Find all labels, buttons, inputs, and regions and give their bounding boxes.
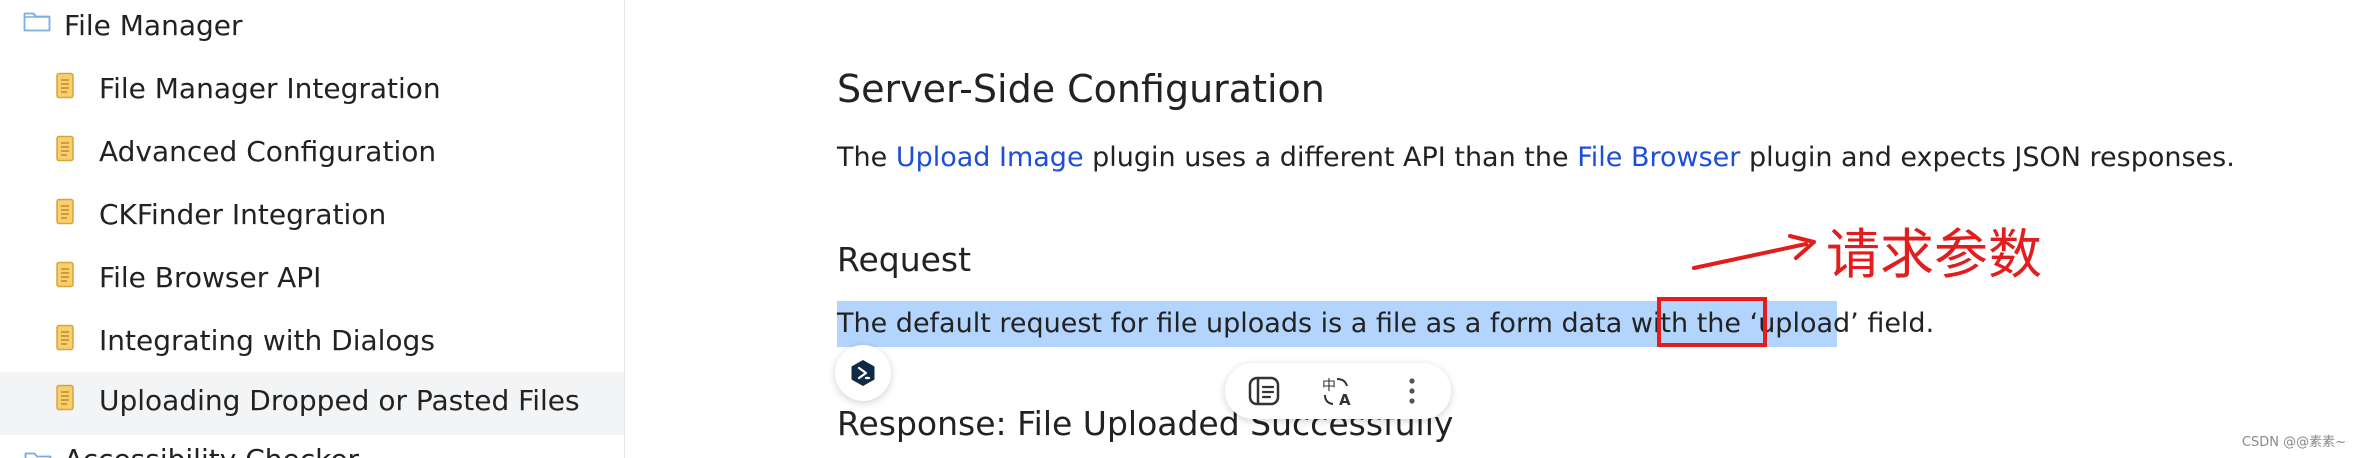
text: plugin uses a different API than the [1083, 142, 1578, 173]
watermark: CSDN @@素素~ [2241, 435, 2346, 450]
folder-icon [24, 452, 52, 458]
paragraph-upload-image: The Upload Image plugin uses a different… [837, 138, 2235, 178]
sidebar-section-label: Accessibility Checker [64, 440, 359, 458]
annotation-label: 请求参数 [1826, 223, 2042, 286]
sidebar-item-advanced-configuration[interactable]: Advanced Configuration [0, 123, 624, 186]
sidebar-item-label: CKFinder Integration [99, 198, 387, 231]
sidebar-item-label: File Browser API [99, 261, 322, 294]
svg-text:中: 中 [1322, 378, 1336, 394]
link-file-browser[interactable]: File Browser [1577, 142, 1740, 173]
sidebar-item-label: Advanced Configuration [99, 135, 437, 168]
sidebar-section-accessibility-checker[interactable]: Accessibility Checker [24, 443, 359, 458]
svg-text:A: A [1339, 391, 1351, 407]
more-vertical-icon[interactable] [1395, 375, 1429, 407]
text: The [837, 142, 896, 173]
sidebar-section-label: File Manager [64, 9, 243, 42]
document-icon [56, 198, 74, 225]
sidebar-nav: File Manager File Manager Integration Ad… [0, 0, 625, 458]
selection-toolbar: 中 A [1225, 363, 1451, 419]
text: plugin and expects JSON responses. [1740, 142, 2235, 173]
document-icon [56, 384, 74, 411]
sidebar-item-file-browser-api[interactable]: File Browser API [0, 249, 624, 312]
screen: File Manager File Manager Integration Ad… [0, 0, 2356, 458]
annotation-highlight-box [1657, 297, 1767, 347]
paragraph-request[interactable]: The default request for file uploads is … [837, 304, 1934, 344]
text: The default request for file uploads is … [837, 308, 1750, 339]
sidebar-item-integrating-with-dialogs[interactable]: Integrating with Dialogs [0, 312, 624, 375]
document-icon [56, 324, 74, 351]
translate-icon[interactable]: 中 A [1321, 375, 1355, 407]
sidebar-item-label: Uploading Dropped or Pasted Files [99, 384, 580, 417]
folder-icon [23, 12, 51, 32]
sidebar-section-file-manager[interactable]: File Manager [0, 0, 624, 54]
assistant-icon [851, 360, 875, 386]
document-icon [56, 261, 74, 288]
sidebar-item-uploading-dropped-or-pasted-files[interactable]: Uploading Dropped or Pasted Files [0, 372, 624, 435]
panel-icon[interactable] [1247, 375, 1281, 407]
sidebar-item-ckfinder-integration[interactable]: CKFinder Integration [0, 186, 624, 249]
document-icon [56, 72, 74, 99]
link-upload-image[interactable]: Upload Image [896, 142, 1084, 173]
sidebar-item-label: Integrating with Dialogs [99, 324, 435, 357]
sidebar-item-file-manager-integration[interactable]: File Manager Integration [0, 60, 624, 123]
floating-assistant-button[interactable] [835, 345, 891, 401]
annotation-arrow-icon [1692, 234, 1816, 270]
text: field. [1858, 308, 1935, 339]
request-heading: Request [837, 240, 972, 279]
sidebar-item-label: File Manager Integration [99, 72, 441, 105]
page-heading: Server-Side Configuration [837, 67, 1325, 111]
document-icon [56, 135, 74, 162]
